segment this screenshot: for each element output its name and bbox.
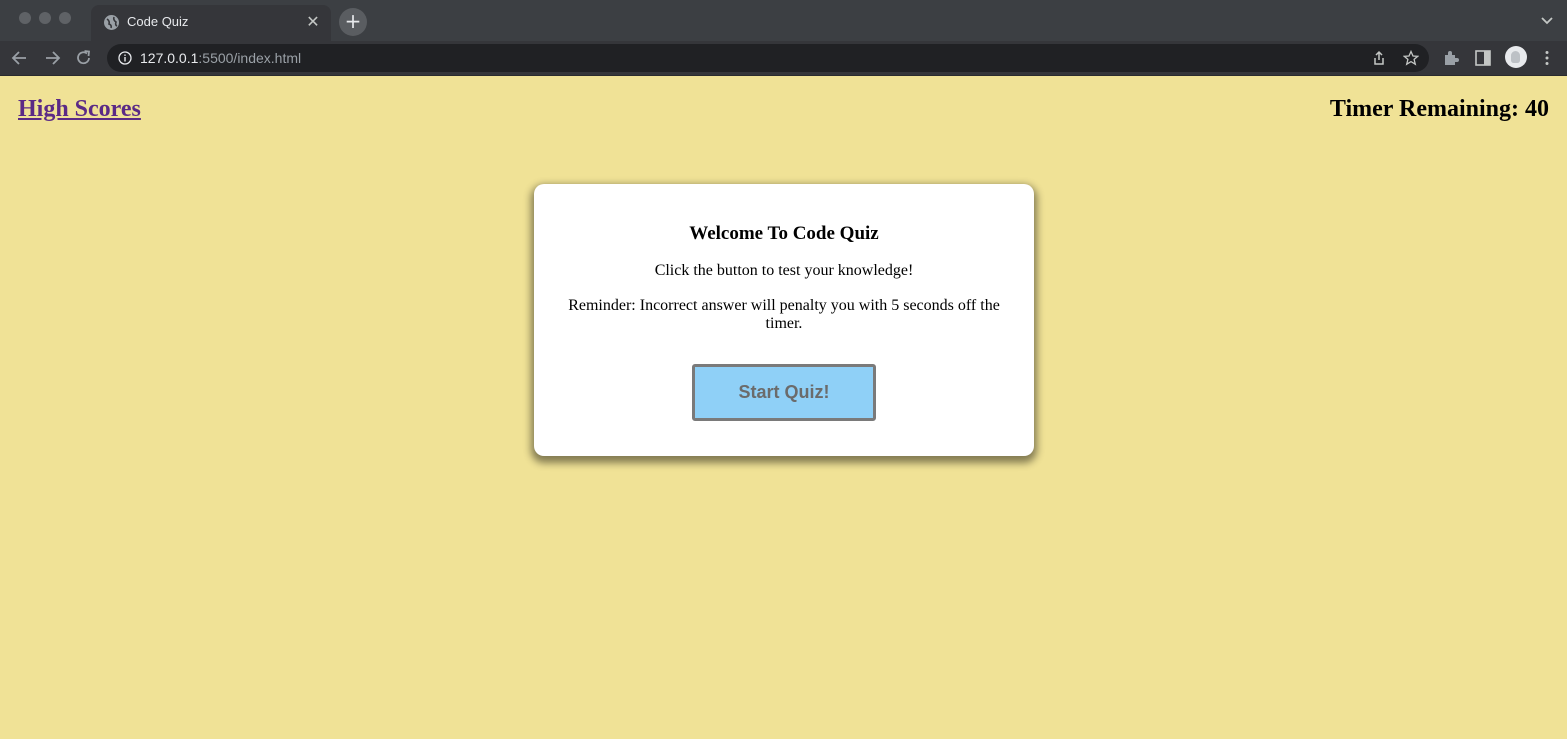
- url-text[interactable]: 127.0.0.1:5500/index.html: [140, 50, 301, 66]
- timer-label: Timer Remaining:: [1329, 96, 1525, 122]
- high-scores-link[interactable]: High Scores: [18, 96, 141, 123]
- card-reminder-text: Reminder: Incorrect answer will penalty …: [568, 297, 1000, 332]
- chevron-down-icon[interactable]: [1539, 12, 1555, 28]
- more-menu-icon[interactable]: [1538, 49, 1556, 67]
- share-icon[interactable]: [1371, 50, 1387, 66]
- extensions-puzzle-icon[interactable]: [1442, 49, 1460, 67]
- card-intro-text: Click the button to test your knowledge!: [654, 262, 914, 279]
- address-bar[interactable]: 127.0.0.1:5500/index.html: [107, 44, 1429, 72]
- globe-icon: [104, 15, 119, 30]
- back-arrow-icon[interactable]: [8, 47, 32, 69]
- tab-close-icon[interactable]: ✕: [303, 12, 323, 32]
- profile-avatar[interactable]: [1505, 46, 1527, 68]
- card-title: Welcome To Code Quiz: [689, 223, 879, 244]
- new-tab-button[interactable]: +: [339, 8, 367, 36]
- tab-title: Code Quiz: [127, 14, 189, 29]
- tab-code-quiz[interactable]: Code Quiz ✕: [91, 5, 331, 41]
- page-viewport: High Scores Timer Remaining: 40 Welcome …: [0, 76, 1567, 739]
- url-host: 127.0.0.1: [140, 50, 199, 66]
- timer-value: 40: [1525, 96, 1549, 122]
- info-icon[interactable]: [118, 51, 132, 65]
- welcome-card: Welcome To Code Quiz Click the button to…: [534, 184, 1034, 456]
- forward-arrow-icon[interactable]: [40, 47, 64, 69]
- side-panel-icon[interactable]: [1474, 49, 1492, 67]
- reload-icon[interactable]: [72, 47, 96, 69]
- window-minimize-dot[interactable]: [39, 12, 51, 24]
- url-path: :5500/index.html: [198, 50, 302, 66]
- window-zoom-dot[interactable]: [59, 12, 71, 24]
- start-quiz-button[interactable]: Start Quiz!: [692, 364, 876, 421]
- window-close-dot[interactable]: [19, 12, 31, 24]
- browser-tab-bar: Code Quiz ✕ +: [0, 0, 1567, 41]
- timer-display: Timer Remaining: 40: [1330, 96, 1549, 123]
- browser-toolbar: 127.0.0.1:5500/index.html: [0, 41, 1567, 76]
- bookmark-star-icon[interactable]: [1403, 50, 1419, 66]
